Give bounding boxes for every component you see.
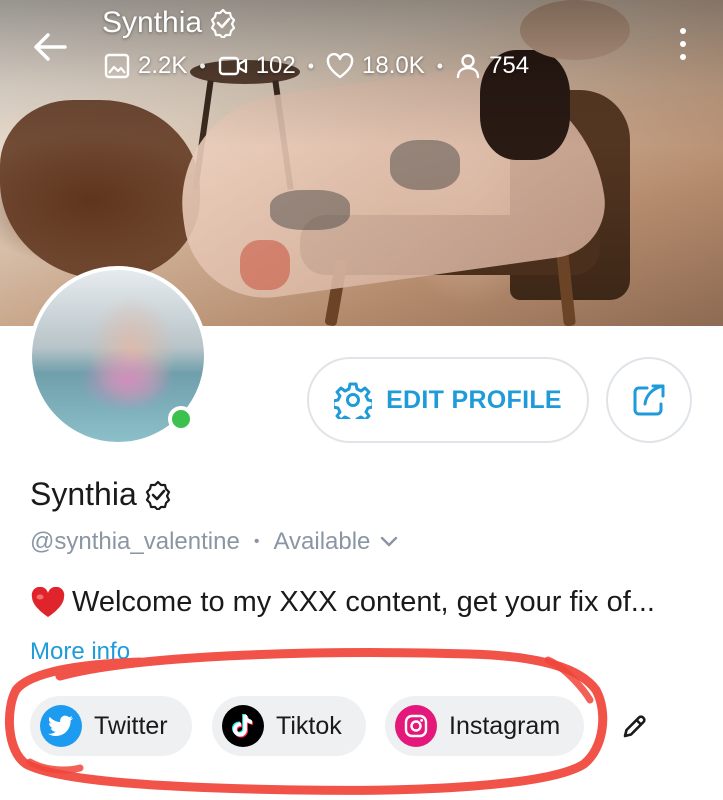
stat-fans-value: 754 bbox=[489, 52, 530, 79]
profile-subline: @synthia_valentine • Available bbox=[30, 528, 398, 556]
user-icon bbox=[456, 54, 480, 79]
chevron-down-icon bbox=[381, 536, 398, 547]
more-dot bbox=[680, 28, 686, 34]
header-name: Synthia bbox=[102, 6, 203, 39]
heart-emoji-icon bbox=[31, 586, 65, 617]
share-icon bbox=[633, 384, 665, 416]
social-link-tiktok[interactable]: Tiktok bbox=[212, 696, 366, 756]
header-title: Synthia bbox=[102, 6, 238, 40]
profile-name: Synthia bbox=[30, 476, 137, 512]
profile-name-row: Synthia bbox=[30, 476, 173, 513]
profile-bio-text: Welcome to my XXX content, get your fix … bbox=[72, 586, 655, 618]
verified-icon bbox=[210, 8, 236, 38]
header-stats: 2.2K • 102 • 18.0K • 754 bbox=[104, 52, 529, 80]
more-dot bbox=[680, 41, 686, 47]
stat-likes-value: 18.0K bbox=[362, 52, 425, 79]
twitter-icon bbox=[40, 705, 82, 747]
arrow-left-icon bbox=[34, 33, 67, 61]
social-link-twitter[interactable]: Twitter bbox=[30, 696, 192, 756]
social-link-instagram[interactable]: Instagram bbox=[385, 696, 585, 756]
instagram-icon bbox=[395, 705, 437, 747]
more-options-button[interactable] bbox=[668, 26, 698, 62]
share-profile-button[interactable] bbox=[606, 357, 692, 443]
stat-likes: 18.0K bbox=[326, 52, 425, 80]
video-icon bbox=[218, 56, 247, 76]
stat-posts-value: 2.2K bbox=[138, 52, 188, 79]
social-link-label: Instagram bbox=[449, 711, 561, 740]
stat-videos-value: 102 bbox=[255, 52, 296, 79]
more-info-link[interactable]: More info bbox=[30, 638, 130, 666]
image-icon bbox=[104, 53, 130, 79]
back-button[interactable] bbox=[28, 25, 72, 69]
edit-profile-label: EDIT PROFILE bbox=[386, 385, 562, 414]
edit-social-links-button[interactable] bbox=[608, 698, 662, 754]
gear-icon bbox=[334, 382, 373, 419]
stat-videos: 102 bbox=[218, 52, 296, 80]
edit-profile-button[interactable]: EDIT PROFILE bbox=[307, 357, 589, 443]
more-dot bbox=[680, 54, 686, 60]
availability-dropdown[interactable]: Available bbox=[273, 528, 398, 556]
profile-bio: Welcome to my XXX content, get your fix … bbox=[30, 586, 655, 619]
availability-label: Available bbox=[273, 528, 371, 555]
social-link-label: Tiktok bbox=[276, 711, 342, 740]
heart-icon bbox=[326, 53, 354, 79]
online-status-indicator bbox=[168, 406, 194, 432]
verified-icon bbox=[145, 480, 170, 510]
social-link-label: Twitter bbox=[94, 711, 168, 740]
stat-posts: 2.2K bbox=[104, 52, 187, 80]
tiktok-icon bbox=[222, 705, 264, 747]
pencil-icon bbox=[623, 715, 646, 738]
profile-handle: @synthia_valentine bbox=[30, 528, 240, 555]
stat-fans: 754 bbox=[455, 52, 529, 80]
